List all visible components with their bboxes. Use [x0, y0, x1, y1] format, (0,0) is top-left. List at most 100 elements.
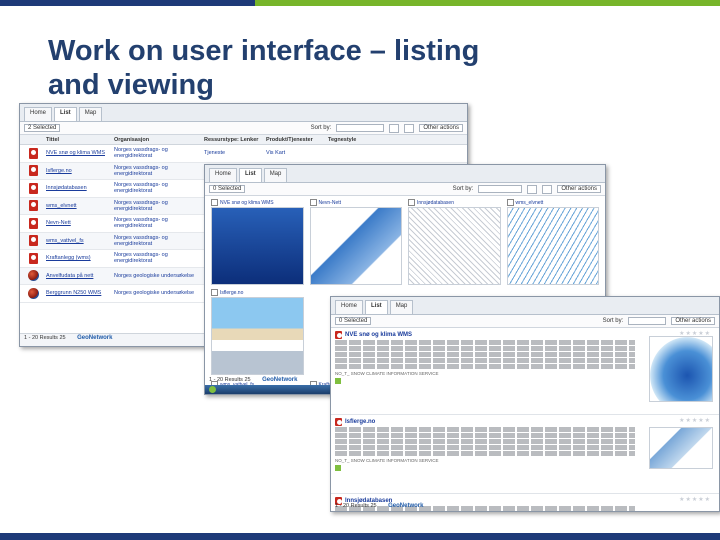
row-link[interactable]: Vis Kart	[266, 150, 328, 156]
sort-by-select[interactable]	[478, 185, 523, 193]
selected-dropdown[interactable]: 0 Selected	[209, 185, 246, 193]
description-line	[335, 346, 635, 351]
map-thumbnail[interactable]	[506, 207, 599, 285]
other-actions-dropdown[interactable]: Other actions	[671, 317, 715, 325]
row-title[interactable]: wms_elvnett	[46, 203, 114, 209]
detail-list: NVE snø og klima WMS ★★★★★ NO_T_ SNOW CLIM…	[331, 328, 719, 511]
red-doc-icon	[28, 235, 38, 247]
detail-item[interactable]: NVE snø og klima WMS ★★★★★ NO_T_ SNOW CLIM…	[331, 328, 719, 415]
thumbnail-card[interactable]: NVE snø og klima WMS	[211, 199, 304, 285]
item-map-thumbnail[interactable]	[649, 336, 713, 402]
row-organisation[interactable]: Norges geologiske undersøkelse	[114, 273, 204, 279]
row-organisation[interactable]: Norges vassdrags- og energidirektorat	[114, 235, 204, 247]
powered-by-logo: GeoNetwork	[77, 335, 113, 341]
select-checkbox[interactable]	[506, 199, 514, 206]
row-title[interactable]: Isflerge.no	[46, 168, 114, 174]
map-thumbnail[interactable]	[309, 207, 402, 285]
rating-stars-icon[interactable]: ★★★★★	[679, 417, 711, 424]
red-doc-icon	[28, 252, 38, 264]
other-actions-dropdown[interactable]: Other actions	[557, 185, 601, 193]
map-thumbnail[interactable]	[211, 297, 304, 375]
item-map-thumbnail[interactable]	[649, 427, 713, 469]
thumbnail-card[interactable]: Isflerge.no	[211, 289, 304, 375]
map-link-icon[interactable]	[335, 378, 341, 384]
results-toolbar: 0 Selected Sort by: Other actions	[205, 183, 605, 196]
rating-stars-icon[interactable]: ★★★★★	[679, 496, 711, 503]
row-title[interactable]: Berggrunn N250 WMS	[46, 290, 114, 296]
tab-map[interactable]: Map	[389, 300, 414, 314]
row-organisation[interactable]: Norges vassdrags- og energidirektorat	[114, 200, 204, 212]
start-button-icon[interactable]	[209, 386, 216, 393]
row-organisation[interactable]: Norges vassdrags- og energidirektorat	[114, 252, 204, 264]
powered-by-logo: GeoNetwork	[388, 503, 424, 509]
thumbnail-card[interactable]: Nevn-Nett	[309, 199, 402, 285]
tab-map[interactable]: Map	[78, 107, 103, 121]
view-toggle-icon[interactable]	[404, 123, 415, 133]
thumbnail-caption[interactable]: wms_elvnett	[516, 200, 544, 206]
row-title[interactable]: wms_vattvel_fs	[46, 238, 114, 244]
col-organisation[interactable]: Organisasjon	[114, 137, 204, 143]
thumbnail-caption[interactable]: Nevn-Nett	[319, 200, 342, 206]
tab-map[interactable]: Map	[263, 168, 288, 182]
row-organisation[interactable]: Norges vassdrags- og energidirektorat	[114, 147, 204, 159]
description-line	[335, 427, 635, 432]
other-actions-dropdown[interactable]: Other actions	[419, 124, 463, 132]
thumbnail-caption[interactable]: Innsjødatabasen	[417, 200, 454, 206]
red-doc-icon	[28, 182, 38, 194]
map-thumbnail[interactable]	[211, 207, 304, 285]
top-accent-bar-green	[255, 0, 720, 6]
view-toggle-icon[interactable]	[389, 123, 400, 133]
tab-home[interactable]: Home	[335, 300, 364, 314]
red-doc-icon	[335, 330, 342, 339]
row-organisation[interactable]: Norges vassdrags- og energidirektorat	[114, 165, 204, 177]
thumbnail-card[interactable]: wms_elvnett	[506, 199, 599, 285]
col-title[interactable]: Tittel	[46, 137, 114, 143]
row-title[interactable]: Anvelfudata på nett	[46, 273, 114, 279]
sort-by-select[interactable]	[336, 124, 385, 132]
item-title[interactable]: NVE snø og klima WMS	[345, 332, 412, 338]
col-resource[interactable]: Ressurstype: Lenker	[204, 137, 266, 143]
red-doc-icon	[335, 417, 342, 426]
row-organisation[interactable]: Norges vassdrags- og energidirektorat	[114, 217, 204, 229]
view-toggle-icon[interactable]	[527, 184, 538, 194]
red-doc-icon	[28, 147, 38, 159]
view-tabs: Home List Map	[331, 297, 719, 315]
sort-by-select[interactable]	[628, 317, 667, 325]
detail-item[interactable]: Isflerge.no ★★★★★ NO_T_ SNOW CLIMATE INFOR…	[331, 415, 719, 494]
grid-footer: 1 - 20 Results 25 GeoNetwork	[209, 377, 297, 383]
thumbnail-caption[interactable]: Isflerge.no	[220, 290, 243, 296]
select-checkbox[interactable]	[211, 199, 218, 206]
row-organisation[interactable]: Norges vassdrags- og energidirektorat	[114, 182, 204, 194]
map-thumbnail[interactable]	[408, 207, 501, 285]
thumbnail-card[interactable]: Innsjødatabasen	[408, 199, 501, 285]
thumbnail-caption[interactable]: NVE snø og klima WMS	[220, 200, 274, 206]
row-title[interactable]: Kraftanlegg (wms)	[46, 255, 114, 261]
tab-list[interactable]: List	[54, 107, 77, 121]
select-checkbox[interactable]	[211, 289, 218, 296]
tab-home[interactable]: Home	[24, 107, 53, 121]
row-organisation[interactable]: Norges geologiske undersøkelse	[114, 290, 204, 296]
red-doc-icon	[28, 200, 38, 212]
col-product[interactable]: Produkt/Tjenester	[266, 137, 328, 143]
item-title[interactable]: Isflerge.no	[345, 419, 375, 425]
view-toggle-icon[interactable]	[542, 184, 553, 194]
select-checkbox[interactable]	[309, 199, 317, 206]
item-keywords: NO_T_ SNOW CLIMATE INFORMATION SERVICE	[335, 458, 439, 463]
select-checkbox[interactable]	[408, 199, 415, 206]
sort-by-label: Sort by:	[602, 318, 624, 324]
row-title[interactable]: NVE snø og klima WMS	[46, 150, 114, 156]
description-line	[335, 433, 635, 438]
selected-dropdown[interactable]: 0 Selected	[335, 317, 372, 325]
detail-view-screenshot: Home List Map 0 Selected Sort by: Other …	[330, 296, 720, 512]
row-title[interactable]: Nevn-Nett	[46, 220, 114, 226]
row-title[interactable]: Innsjødatabasen	[46, 185, 114, 191]
table-row[interactable]: NVE snø og klima WMS Norges vassdrags- og…	[20, 145, 467, 163]
map-link-icon[interactable]	[335, 465, 341, 471]
tab-list[interactable]: List	[239, 168, 262, 182]
top-accent-bar-navy	[0, 0, 255, 6]
col-style[interactable]: Tegnestyle	[328, 137, 467, 143]
tab-home[interactable]: Home	[209, 168, 238, 182]
tab-list[interactable]: List	[365, 300, 388, 314]
pagination-info: 1 - 20 Results 25	[209, 377, 251, 383]
selected-dropdown[interactable]: 2 Selected	[24, 124, 61, 132]
